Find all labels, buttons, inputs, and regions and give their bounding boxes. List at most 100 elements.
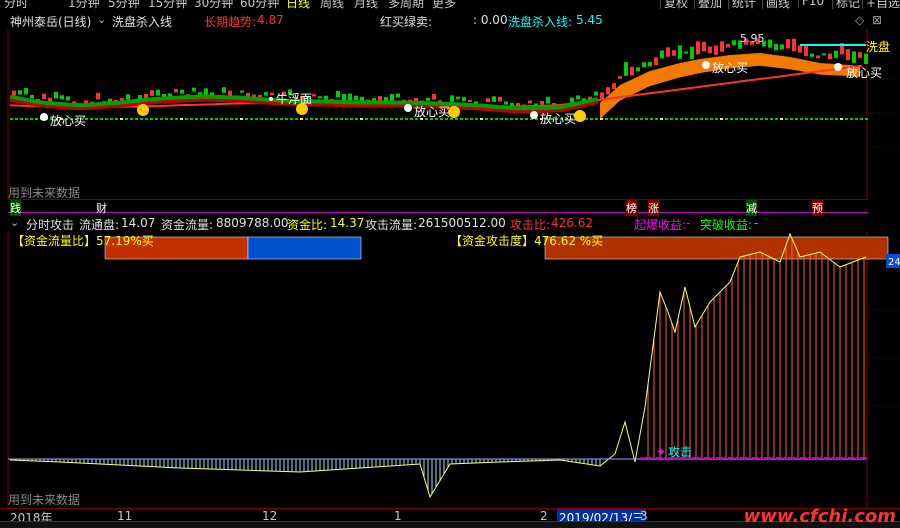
mark-button[interactable]: 标记 xyxy=(832,0,860,9)
attack-star-icon: ✦ xyxy=(656,445,666,459)
candle xyxy=(54,91,58,99)
sub-indicator-dropdown-icon[interactable]: ⌄ xyxy=(10,216,19,229)
baseline-dot xyxy=(830,118,833,120)
tab-monthly[interactable]: 月线 xyxy=(354,0,378,9)
candle xyxy=(792,38,796,52)
purple-bar xyxy=(784,457,787,459)
wash-line-label: 洗盘杀入线: xyxy=(508,15,573,29)
tab-weekly[interactable]: 周线 xyxy=(320,0,344,9)
baseline-dot xyxy=(595,118,598,120)
baseline-dot xyxy=(385,118,388,120)
purple-bar xyxy=(700,457,703,459)
float-label: 流通盘: xyxy=(79,218,120,232)
candle xyxy=(780,44,784,50)
purple-bar xyxy=(816,457,819,459)
candle xyxy=(828,53,832,60)
purple-bar xyxy=(652,457,655,459)
baseline-dot xyxy=(485,118,488,120)
fund-flow-bar-sell xyxy=(247,236,362,260)
baseline-dot xyxy=(680,118,683,120)
main-panel-header: 神州泰岳(日线) ⌄ 洗盘杀入线 长期趋势: 4.87 红买绿卖: : 0.00… xyxy=(0,11,900,29)
candle xyxy=(18,90,22,95)
baseline-dot xyxy=(850,118,853,120)
sub-indicator-name[interactable]: 分时攻击 xyxy=(26,216,74,233)
fund-attack-text: 【资金攻击度】476.62 %买 xyxy=(450,233,603,248)
tab-fenshi[interactable]: 分时 xyxy=(4,0,28,9)
baseline-dot xyxy=(320,118,323,120)
tab-5min[interactable]: 5分钟 xyxy=(108,0,140,9)
statistics-button[interactable]: 统计 xyxy=(728,0,756,9)
purple-bar xyxy=(752,457,755,459)
baseline-dot xyxy=(720,118,723,120)
tab-1min[interactable]: 1分钟 xyxy=(68,0,100,9)
tab-30min[interactable]: 30分钟 xyxy=(194,0,233,9)
tab-15min[interactable]: 15分钟 xyxy=(148,0,187,9)
fangxin-label: 放心买 xyxy=(712,60,748,75)
candle xyxy=(816,55,820,59)
close-icon[interactable]: ⊠ xyxy=(872,13,882,27)
fund-ratio-value: 14.37 xyxy=(330,216,365,230)
baseline-dot xyxy=(185,118,188,120)
baseline-dot xyxy=(220,118,223,120)
buy-sell-label: 红买绿卖: xyxy=(380,15,433,29)
candle xyxy=(42,93,46,100)
candle xyxy=(720,41,724,52)
baseline-dot xyxy=(765,118,768,120)
candle xyxy=(450,95,454,102)
f10-button[interactable]: F10 xyxy=(798,0,824,8)
fangxin-annotation-1: 放心买 xyxy=(40,113,86,128)
add-favorite-button[interactable]: +自选 xyxy=(862,0,900,9)
candle xyxy=(696,41,700,55)
fangxin-label: 放心买 xyxy=(414,104,450,119)
purple-bar xyxy=(648,457,651,459)
baseline-dot xyxy=(355,118,358,120)
baseline-dot xyxy=(160,118,163,120)
candle xyxy=(786,39,790,49)
period-toolbar: 分时 1分钟 5分钟 15分钟 30分钟 60分钟 日线 周线 月线 多周期 更… xyxy=(0,0,900,9)
explode-label: 起爆收益: xyxy=(634,218,687,232)
signal-bar: 践 财 榜 涨 减 预 xyxy=(8,199,868,216)
baseline-dot xyxy=(90,118,93,120)
float-value: 14.07 xyxy=(121,216,156,230)
baseline-dot xyxy=(130,118,133,120)
indicator-dropdown-icon[interactable]: ⌄ xyxy=(97,13,106,26)
indicator-name[interactable]: 洗盘杀入线 xyxy=(112,13,172,30)
baseline-dot xyxy=(635,118,638,120)
baseline-dot xyxy=(665,118,668,120)
baseline-dot xyxy=(335,118,338,120)
tab-more[interactable]: 更多 xyxy=(432,0,456,9)
tab-60min[interactable]: 60分钟 xyxy=(240,0,279,9)
overlay-button[interactable]: 叠加 xyxy=(694,0,722,9)
baseline-dot xyxy=(510,118,513,120)
baseline-dot xyxy=(265,118,268,120)
purple-bar xyxy=(712,457,715,459)
candle xyxy=(156,89,160,96)
candle xyxy=(594,91,598,96)
baseline-dot xyxy=(15,118,18,120)
purple-bar xyxy=(720,457,723,459)
candle xyxy=(702,41,706,52)
baseline-dot xyxy=(10,118,13,120)
purple-bar xyxy=(748,457,751,459)
candle xyxy=(66,96,70,101)
diamond-icon[interactable]: ◇ xyxy=(855,13,864,27)
candle xyxy=(504,101,508,105)
draw-line-button[interactable]: 画线 xyxy=(762,0,790,9)
tab-daily[interactable]: 日线 xyxy=(286,0,310,9)
candle xyxy=(24,88,28,95)
baseline-dot xyxy=(615,118,618,120)
purple-bar xyxy=(640,457,643,459)
candle xyxy=(222,87,226,93)
candle xyxy=(528,100,532,104)
restore-rights-button[interactable]: 复权 xyxy=(660,0,688,9)
candle xyxy=(852,51,856,63)
baseline-dot xyxy=(360,118,363,120)
baseline-dot xyxy=(520,118,523,120)
candle xyxy=(846,49,850,61)
candle xyxy=(834,50,838,58)
baseline-dot xyxy=(20,118,23,120)
baseline-dot xyxy=(675,118,678,120)
baseline-dot xyxy=(650,118,653,120)
candle xyxy=(324,95,328,100)
tab-multi-period[interactable]: 多周期 xyxy=(388,0,424,9)
